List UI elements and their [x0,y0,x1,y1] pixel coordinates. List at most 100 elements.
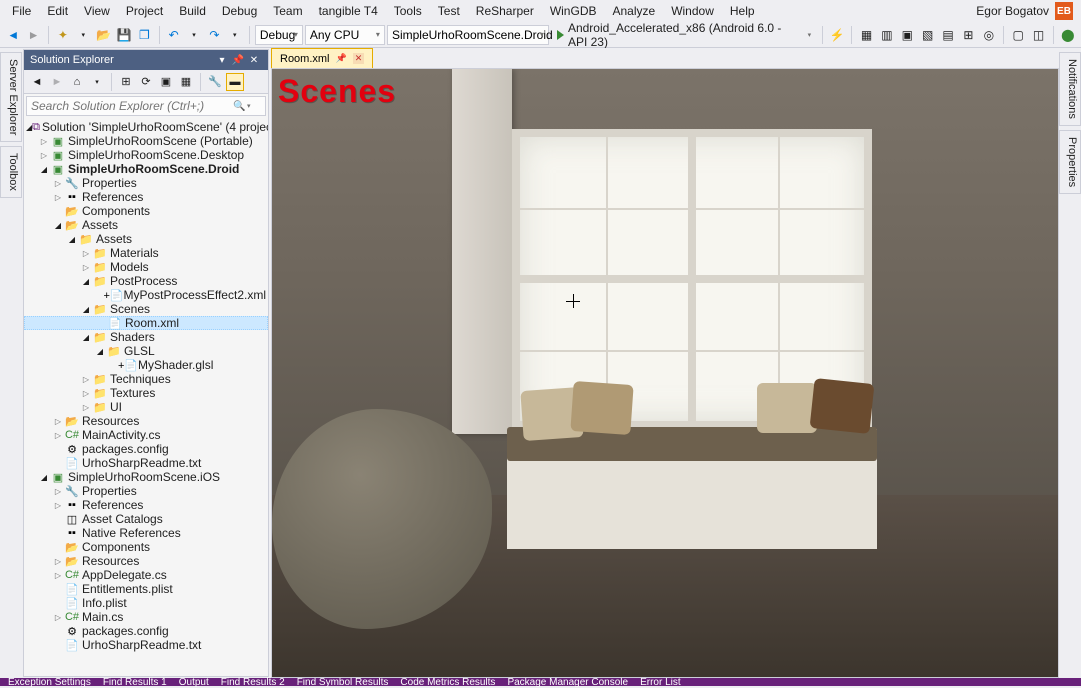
tool-button-3[interactable]: ▥ [878,25,896,45]
mainactivity-node[interactable]: ▷C#MainActivity.cs [24,428,268,442]
server-explorer-tab[interactable]: Server Explorer [0,52,22,142]
menu-view[interactable]: View [76,1,118,21]
effect-file-node[interactable]: ▷+📄MyPostProcessEffect2.xml [24,288,268,302]
tool-button-10[interactable]: ◫ [1029,25,1047,45]
tool-button-2[interactable]: ▦ [857,25,875,45]
infoplist-node[interactable]: ▷📄Info.plist [24,596,268,610]
new-project-dropdown[interactable]: ▾ [74,25,92,45]
redo-dropdown[interactable]: ▾ [226,25,244,45]
panel-pin-button[interactable]: 📌 [230,52,246,68]
panel-properties-button[interactable]: 🔧 [206,73,224,91]
resources-node[interactable]: ▷📂Resources [24,414,268,428]
panel-show-all-button[interactable]: ▦ [177,73,195,91]
project-droid-node[interactable]: ◢▣SimpleUrhoRoomScene.Droid [24,162,268,176]
menu-wingdb[interactable]: WinGDB [542,1,605,21]
save-button[interactable]: 💾 [115,25,133,45]
panel-home-button[interactable]: ⌂ [68,73,86,91]
panel-preview-toggle[interactable]: ▬ [226,73,244,91]
status-item[interactable]: Error List [640,677,681,688]
platform-combo[interactable]: Any CPU [305,25,385,45]
maincs-node[interactable]: ▷C#Main.cs [24,610,268,624]
panel-dropdown-button[interactable]: ▾ [214,52,230,68]
appdelegate-node[interactable]: ▷C#AppDelegate.cs [24,568,268,582]
models-node[interactable]: ▷📁Models [24,260,268,274]
postprocess-node[interactable]: ◢📁PostProcess [24,274,268,288]
shader-file-node[interactable]: ▷+📄MyShader.glsl [24,358,268,372]
techniques-node[interactable]: ▷📁Techniques [24,372,268,386]
panel-scope-button[interactable]: ⊞ [117,73,135,91]
assets-node[interactable]: ◢📂Assets [24,218,268,232]
redo-button[interactable]: ↷ [205,25,223,45]
tool-button-5[interactable]: ▧ [919,25,937,45]
menu-tools[interactable]: Tools [386,1,430,21]
components-node[interactable]: ▷📂Components [24,204,268,218]
ios-readme-node[interactable]: ▷📄UrhoSharpReadme.txt [24,638,268,652]
scene-viewport[interactable]: Scenes [271,68,1059,678]
ios-references-node[interactable]: ▷▪▪References [24,498,268,512]
menu-team[interactable]: Team [265,1,310,21]
solution-search-input[interactable] [31,99,233,113]
solution-node[interactable]: ◢⧉Solution 'SimpleUrhoRoomScene' (4 proj… [24,120,268,134]
entitlements-node[interactable]: ▷📄Entitlements.plist [24,582,268,596]
properties-node[interactable]: ▷🔧Properties [24,176,268,190]
tool-button-9[interactable]: ▢ [1009,25,1027,45]
menu-debug[interactable]: Debug [214,1,265,21]
new-project-button[interactable]: ✦ [54,25,72,45]
room-xml-node[interactable]: ▷📄Room.xml [24,316,268,330]
open-file-button[interactable]: 📂 [94,25,112,45]
ios-components-node[interactable]: ▷📂Components [24,540,268,554]
asset-catalogs-node[interactable]: ▷◫Asset Catalogs [24,512,268,526]
project-desktop-node[interactable]: ▷▣SimpleUrhoRoomScene.Desktop [24,148,268,162]
solution-search[interactable]: 🔍 ▾ [26,96,266,116]
menu-file[interactable]: File [4,1,39,21]
nav-back-button[interactable]: ◄ [4,25,22,45]
status-item[interactable]: Find Results 1 [103,677,167,688]
project-ios-node[interactable]: ◢▣SimpleUrhoRoomScene.iOS [24,470,268,484]
tab-close-button[interactable]: ✕ [353,53,365,64]
menu-help[interactable]: Help [722,1,763,21]
panel-refresh-button[interactable]: ⟳ [137,73,155,91]
toolbox-tab[interactable]: Toolbox [0,146,22,198]
materials-node[interactable]: ▷📁Materials [24,246,268,260]
shaders-folder-node[interactable]: ◢📁Shaders [24,330,268,344]
properties-tab[interactable]: Properties [1059,130,1081,194]
panel-forward-button[interactable]: ► [48,73,66,91]
tool-button-1[interactable]: ⚡ [828,25,846,45]
undo-dropdown[interactable]: ▾ [185,25,203,45]
tab-pin-icon[interactable]: 📌 [336,53,347,64]
nav-forward-button[interactable]: ► [24,25,42,45]
menu-build[interactable]: Build [171,1,214,21]
status-item[interactable]: Package Manager Console [507,677,628,688]
panel-sync-dropdown[interactable]: ▾ [88,73,106,91]
menu-analyze[interactable]: Analyze [604,1,663,21]
menu-edit[interactable]: Edit [39,1,76,21]
menu-window[interactable]: Window [663,1,722,21]
search-dropdown-icon[interactable]: ▾ [247,102,261,110]
tool-button-6[interactable]: ▤ [939,25,957,45]
ios-packages-node[interactable]: ▷⚙packages.config [24,624,268,638]
ios-resources-node[interactable]: ▷📂Resources [24,554,268,568]
build-config-combo[interactable]: Debug [255,25,303,45]
status-item[interactable]: Code Metrics Results [400,677,495,688]
status-item[interactable]: Find Results 2 [221,677,285,688]
tool-button-8[interactable]: ◎ [980,25,998,45]
menu-tangible[interactable]: tangible T4 [311,1,386,21]
solution-tree[interactable]: ◢⧉Solution 'SimpleUrhoRoomScene' (4 proj… [24,118,268,676]
ios-properties-node[interactable]: ▷🔧Properties [24,484,268,498]
startup-project-combo[interactable]: SimpleUrhoRoomScene.Droid [387,25,549,45]
native-refs-node[interactable]: ▷▪▪Native References [24,526,268,540]
ui-node[interactable]: ▷📁UI [24,400,268,414]
undo-button[interactable]: ↶ [164,25,182,45]
project-portable-node[interactable]: ▷▣SimpleUrhoRoomScene (Portable) [24,134,268,148]
tool-button-4[interactable]: ▣ [898,25,916,45]
menu-resharper[interactable]: ReSharper [468,1,542,21]
panel-back-button[interactable]: ◄ [28,73,46,91]
tool-button-7[interactable]: ⊞ [959,25,977,45]
menu-test[interactable]: Test [430,1,468,21]
document-tab-room[interactable]: Room.xml 📌 ✕ [271,48,373,68]
status-item[interactable]: Output [179,677,209,688]
references-node[interactable]: ▷▪▪References [24,190,268,204]
readme-node[interactable]: ▷📄UrhoSharpReadme.txt [24,456,268,470]
start-debug-button[interactable]: Android_Accelerated_x86 (Android 6.0 - A… [551,21,817,49]
status-item[interactable]: Find Symbol Results [297,677,389,688]
